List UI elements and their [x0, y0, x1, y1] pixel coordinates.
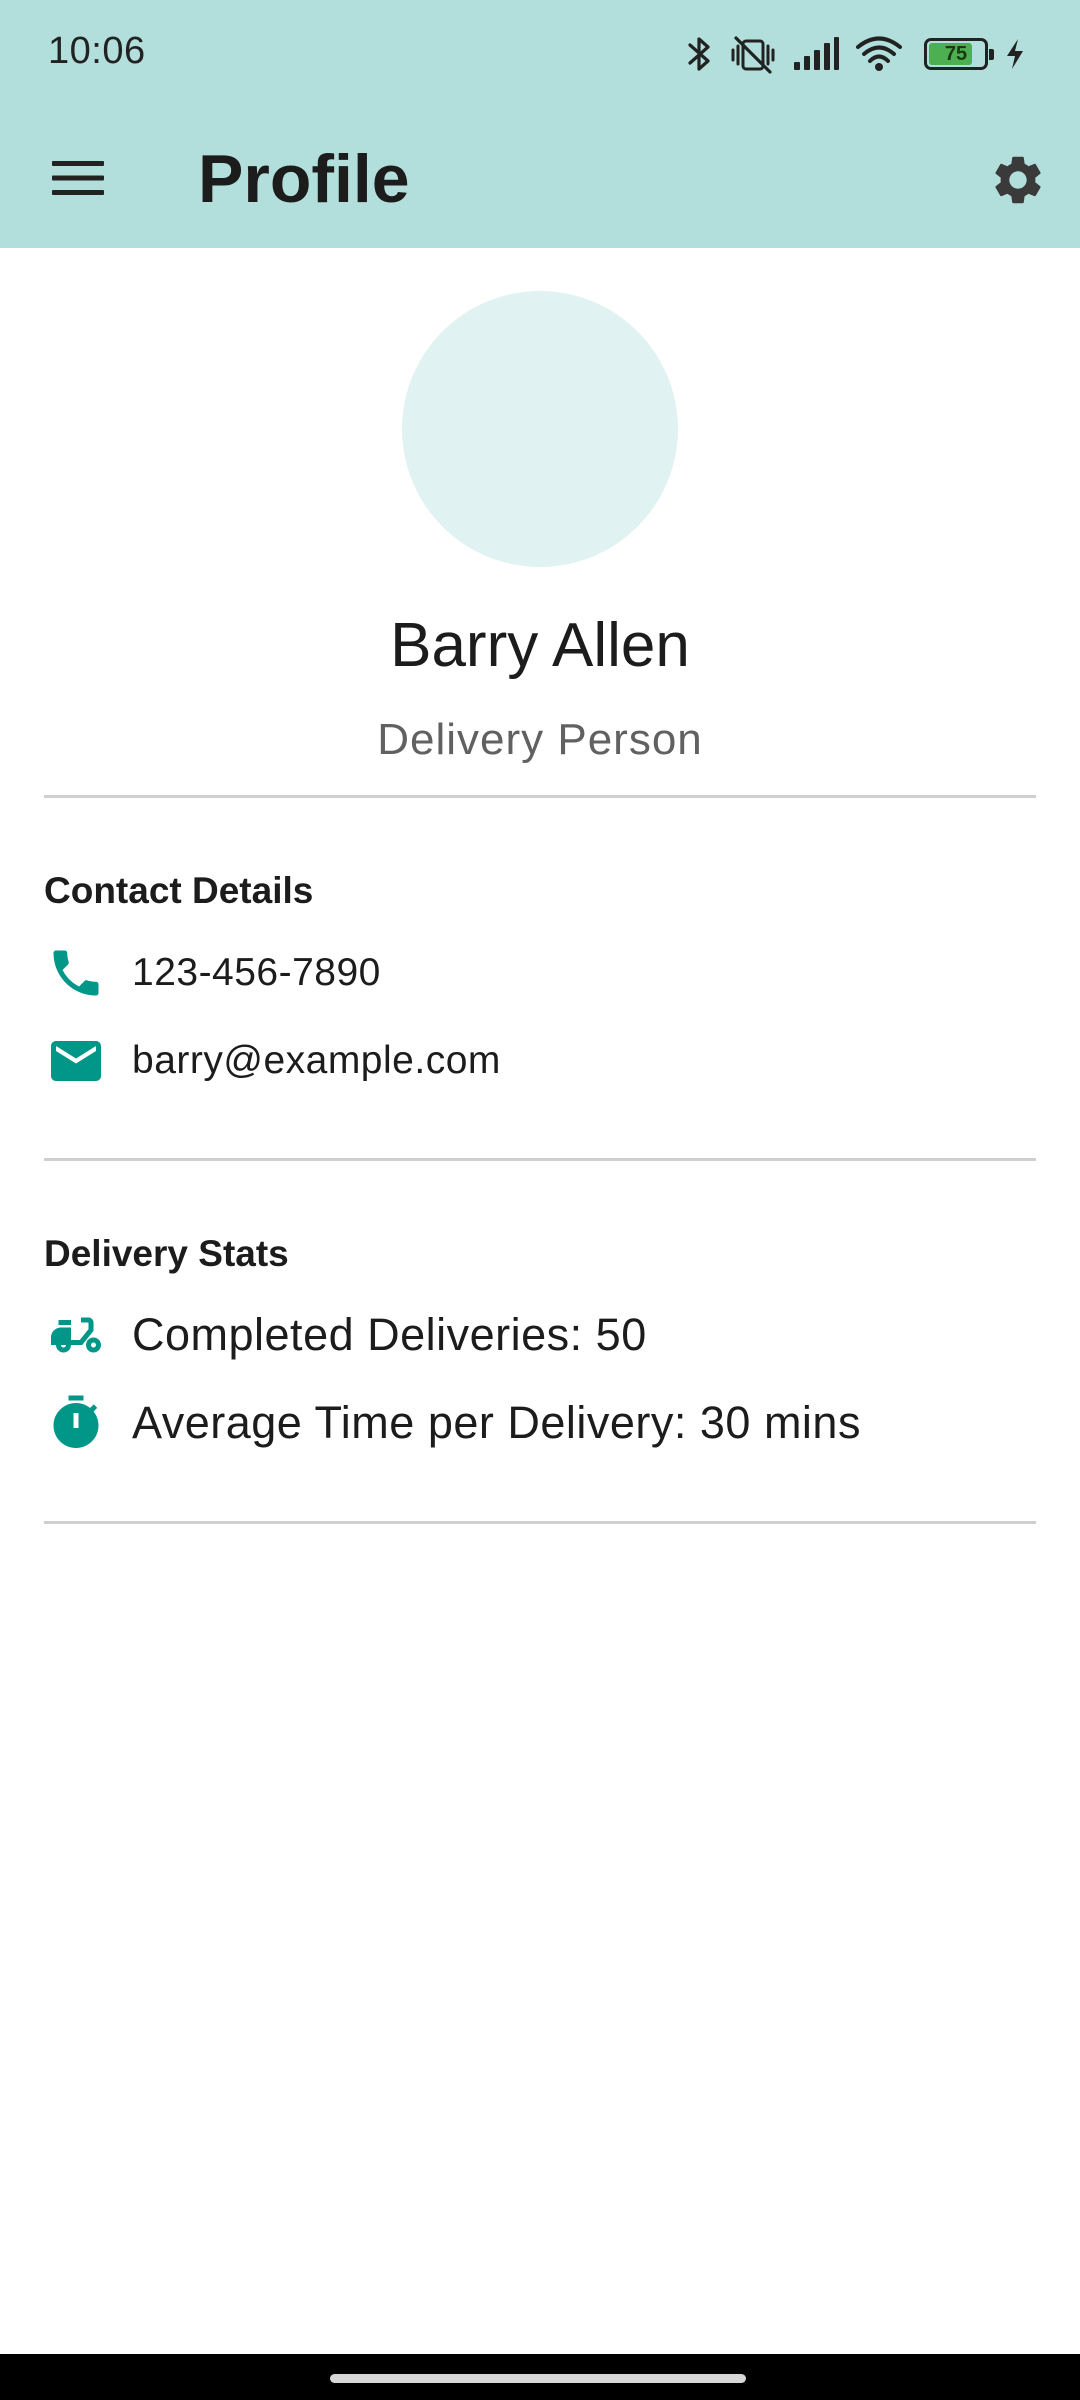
- battery-tip: [989, 49, 994, 60]
- avatar: [402, 291, 678, 567]
- divider: [44, 795, 1036, 798]
- delivery-stats-title: Delivery Stats: [44, 1233, 289, 1274]
- divider: [44, 1158, 1036, 1161]
- timer-icon: [44, 1391, 108, 1455]
- phone-row[interactable]: 123-456-7890: [44, 937, 381, 1009]
- gear-icon: [989, 151, 1047, 214]
- battery-icon: 75: [924, 38, 994, 70]
- phone-number: 123-456-7890: [132, 951, 381, 994]
- battery-level: 75: [944, 42, 968, 65]
- profile-role: Delivery Person: [377, 715, 703, 764]
- profile-name: Barry Allen: [390, 611, 690, 680]
- status-icons: 75: [670, 30, 1026, 78]
- bluetooth-icon: [686, 34, 714, 74]
- divider: [44, 1521, 1036, 1524]
- menu-button[interactable]: [30, 138, 126, 222]
- email-address: barry@example.com: [132, 1039, 501, 1082]
- completed-deliveries-row: Completed Deliveries: 50: [44, 1299, 647, 1371]
- scooter-icon: [44, 1303, 108, 1367]
- status-time: 10:06: [48, 30, 146, 72]
- average-time-row: Average Time per Delivery: 30 mins: [44, 1387, 861, 1459]
- email-icon: [44, 1029, 108, 1093]
- settings-button[interactable]: [972, 136, 1064, 228]
- phone-icon: [44, 941, 108, 1005]
- contact-details-title: Contact Details: [44, 870, 314, 911]
- app-bar: Profile: [0, 110, 1080, 248]
- vibrate-mute-icon: [730, 34, 776, 74]
- average-delivery-time: Average Time per Delivery: 30 mins: [132, 1397, 861, 1448]
- wifi-icon: [856, 36, 902, 72]
- home-indicator[interactable]: [330, 2374, 746, 2383]
- page-title: Profile: [198, 141, 410, 217]
- signal-icon: [792, 36, 840, 72]
- hamburger-menu-icon: [52, 158, 104, 203]
- email-row[interactable]: barry@example.com: [44, 1025, 501, 1097]
- app-header: 10:06 75 Profile: [0, 0, 1080, 248]
- charging-bolt-icon: [1004, 37, 1026, 71]
- status-bar: 10:06 75: [0, 0, 1080, 110]
- completed-deliveries: Completed Deliveries: 50: [132, 1309, 647, 1360]
- navigation-bar: [0, 2354, 1080, 2400]
